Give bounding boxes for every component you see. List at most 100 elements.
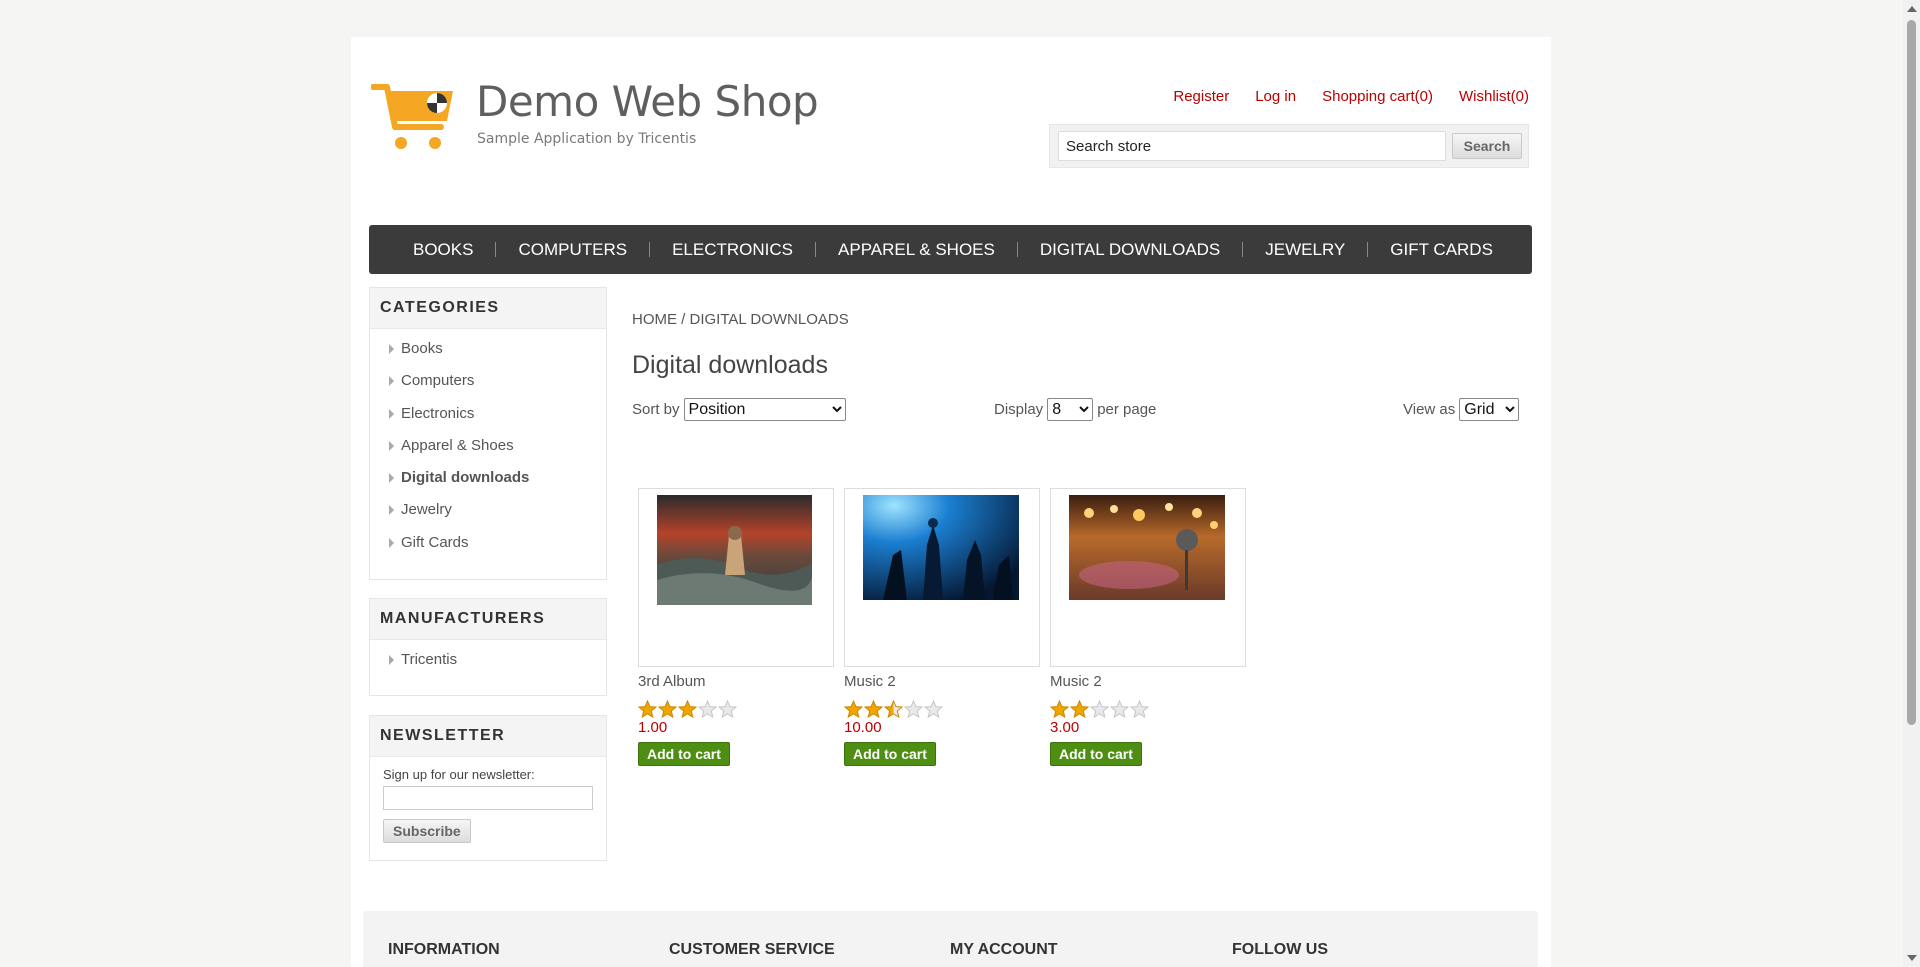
brand-title[interactable]: Demo Web Shop: [476, 81, 819, 123]
manufacturers-block: MANUFACTURERS Tricentis: [369, 598, 607, 696]
newsletter-email-input[interactable]: [383, 786, 593, 810]
category-link[interactable]: Apparel & Shoes: [401, 437, 514, 454]
footer-follow-us-heading: FOLLOW US: [1232, 941, 1328, 958]
view-label: View as: [1403, 401, 1456, 418]
product-picture-link[interactable]: [844, 488, 1040, 667]
footer-customer-service-heading: CUSTOMER SERVICE: [669, 941, 835, 958]
sort-control: Sort by Position: [632, 398, 846, 421]
scroll-down-arrow-icon[interactable]: [1907, 955, 1917, 961]
brand-subtitle: Sample Application by Tricentis: [477, 131, 697, 147]
product-rating: [638, 700, 834, 719]
arrow-right-icon: [389, 505, 394, 516]
page-size-select[interactable]: 8: [1047, 398, 1094, 421]
category-item-apparel-shoes[interactable]: Apparel & Shoes: [370, 430, 606, 462]
star-empty-icon: [698, 700, 717, 719]
menu-item-jewelry[interactable]: JEWELRY: [1243, 225, 1367, 274]
header-links: Register Log in Shopping cart(0) Wishlis…: [1173, 88, 1529, 105]
product-price: 3.00: [1050, 719, 1080, 736]
star-empty-icon: [924, 700, 943, 719]
categories-list: Books Computers Electronics Apparel & Sh…: [370, 329, 606, 559]
arrow-right-icon: [389, 537, 394, 548]
per-page-label: per page: [1097, 401, 1157, 418]
category-item-digital-downloads[interactable]: Digital downloads: [370, 462, 606, 494]
category-link[interactable]: Electronics: [401, 405, 474, 422]
arrow-right-icon: [389, 655, 394, 665]
arrow-right-icon: [389, 344, 394, 354]
star-filled-icon: [678, 700, 697, 719]
product-picture-link[interactable]: [638, 488, 834, 667]
star-empty-icon: [1110, 700, 1129, 719]
view-mode-select[interactable]: Grid: [1459, 398, 1520, 421]
star-filled-icon: [844, 700, 863, 719]
category-item-electronics[interactable]: Electronics: [370, 398, 606, 430]
menu-item-apparel-shoes[interactable]: APPAREL & SHOES: [816, 225, 1017, 274]
star-filled-icon: [864, 700, 883, 719]
category-item-computers[interactable]: Computers: [370, 365, 606, 397]
breadcrumb-separator: /: [681, 311, 686, 328]
display-control: Display 8 per page: [994, 398, 1156, 421]
star-filled-icon: [1050, 700, 1069, 719]
footer: INFORMATION CUSTOMER SERVICE MY ACCOUNT …: [363, 911, 1538, 967]
subscribe-button[interactable]: Subscribe: [383, 819, 471, 843]
sort-select[interactable]: Position: [683, 398, 846, 421]
breadcrumb-home-link[interactable]: HOME: [632, 311, 677, 328]
category-link[interactable]: Computers: [401, 372, 474, 389]
top-menu: BOOKS COMPUTERS ELECTRONICS APPAREL & SH…: [369, 225, 1532, 274]
category-item-books[interactable]: Books: [370, 333, 606, 365]
add-to-cart-button[interactable]: Add to cart: [844, 742, 936, 766]
breadcrumb-current: DIGITAL DOWNLOADS: [689, 311, 849, 328]
menu-item-computers[interactable]: COMPUTERS: [496, 225, 649, 274]
star-filled-icon: [1070, 700, 1089, 719]
category-item-jewelry[interactable]: Jewelry: [370, 494, 606, 526]
register-link[interactable]: Register: [1173, 88, 1229, 105]
menu-item-digital-downloads[interactable]: DIGITAL DOWNLOADS: [1018, 225, 1242, 274]
category-link[interactable]: Gift Cards: [401, 534, 469, 551]
product-rating: [1050, 700, 1246, 719]
stormy-sea-album-art-image[interactable]: [657, 495, 812, 605]
manufacturer-link[interactable]: Tricentis: [401, 651, 457, 668]
product-price: 1.00: [638, 719, 668, 736]
product-title-link[interactable]: 3rd Album: [638, 673, 834, 690]
sort-label: Sort by: [632, 401, 680, 418]
shopping-cart-link[interactable]: Shopping cart(0): [1322, 88, 1433, 105]
scroll-up-arrow-icon[interactable]: [1907, 6, 1917, 12]
arrow-right-icon: [389, 376, 394, 387]
search-box: Search: [1049, 124, 1529, 168]
category-item-gift-cards[interactable]: Gift Cards: [370, 527, 606, 559]
scrollbar-thumb[interactable]: [1907, 20, 1916, 725]
product-title-link[interactable]: Music 2: [1050, 673, 1246, 690]
category-link[interactable]: Digital downloads: [401, 469, 529, 486]
footer-information-heading: INFORMATION: [388, 941, 500, 958]
product-item: 3rd Album 1.00 Add to cart: [638, 488, 834, 766]
wishlist-link[interactable]: Wishlist(0): [1459, 88, 1529, 105]
blue-concert-crowd-image[interactable]: [863, 495, 1019, 600]
product-rating: [844, 700, 1040, 719]
breadcrumb: HOME / DIGITAL DOWNLOADS: [632, 311, 849, 328]
newsletter-block: NEWSLETTER Sign up for our newsletter: S…: [369, 715, 607, 861]
menu-item-electronics[interactable]: ELECTRONICS: [650, 225, 815, 274]
arrow-right-icon: [389, 408, 394, 419]
menu-item-books[interactable]: BOOKS: [391, 225, 495, 274]
search-button[interactable]: Search: [1452, 133, 1522, 159]
star-empty-icon: [1130, 700, 1149, 719]
add-to-cart-button[interactable]: Add to cart: [638, 742, 730, 766]
category-link[interactable]: Jewelry: [401, 501, 452, 518]
shopping-cart-logo-icon[interactable]: [371, 81, 457, 155]
add-to-cart-button[interactable]: Add to cart: [1050, 742, 1142, 766]
vertical-scrollbar[interactable]: [1903, 0, 1920, 967]
login-link[interactable]: Log in: [1255, 88, 1296, 105]
menu-item-gift-cards[interactable]: GIFT CARDS: [1368, 225, 1515, 274]
search-input[interactable]: [1058, 131, 1446, 161]
page-container: Demo Web Shop Sample Application by Tric…: [351, 37, 1551, 967]
product-title-link[interactable]: Music 2: [844, 673, 1040, 690]
category-link[interactable]: Books: [401, 340, 443, 357]
product-item: Music 2 10.00 Add to cart: [844, 488, 1040, 766]
microphone-stage-lights-image[interactable]: [1069, 495, 1225, 600]
manufacturer-item-tricentis[interactable]: Tricentis: [370, 644, 606, 676]
page-title: Digital downloads: [632, 351, 828, 379]
arrow-right-icon: [389, 473, 394, 484]
product-picture-link[interactable]: [1050, 488, 1246, 667]
newsletter-title: NEWSLETTER: [370, 716, 606, 757]
star-empty-icon: [1090, 700, 1109, 719]
categories-title: CATEGORIES: [370, 288, 606, 329]
